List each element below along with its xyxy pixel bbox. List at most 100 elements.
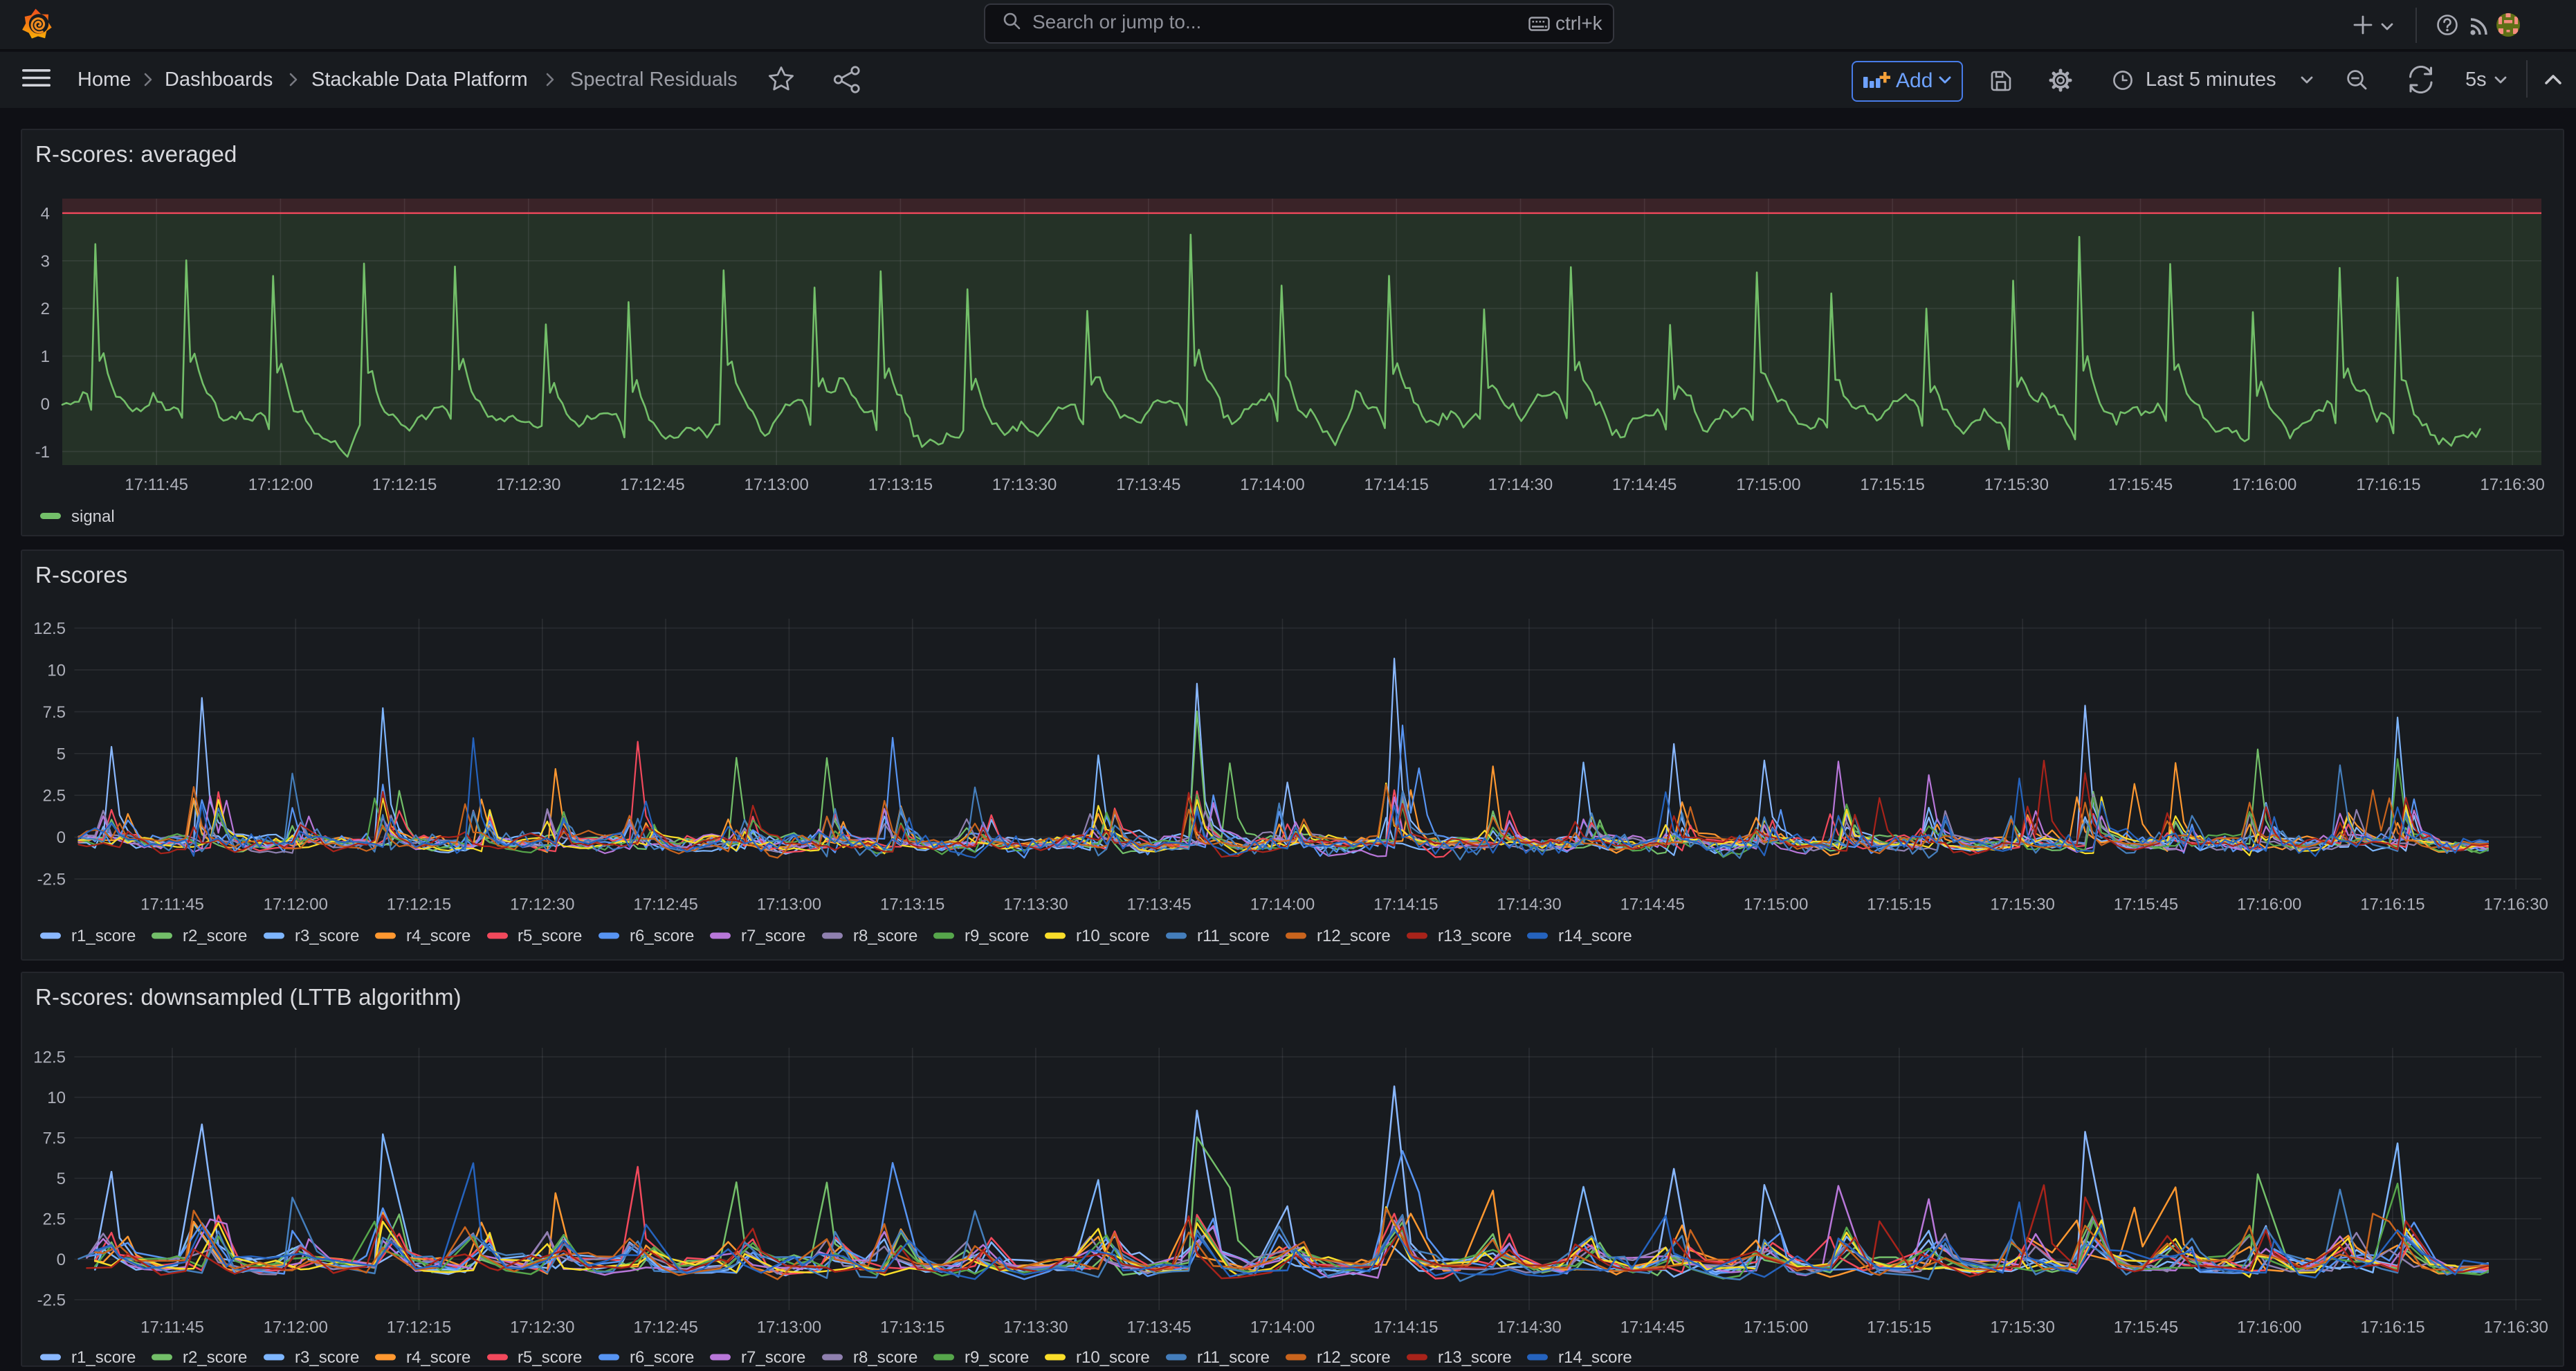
svg-text:r6_score: r6_score: [630, 927, 694, 945]
svg-text:17:16:00: 17:16:00: [2232, 475, 2296, 494]
svg-text:2.5: 2.5: [43, 1210, 66, 1229]
svg-text:17:15:45: 17:15:45: [2114, 1318, 2178, 1337]
svg-text:r1_score: r1_score: [71, 1348, 136, 1367]
svg-text:r13_score: r13_score: [1438, 927, 1512, 945]
svg-text:17:14:30: 17:14:30: [1497, 1318, 1561, 1337]
svg-text:-1: -1: [35, 443, 50, 462]
svg-text:7.5: 7.5: [43, 1129, 66, 1148]
svg-text:r10_score: r10_score: [1076, 1348, 1150, 1367]
svg-text:r1_score: r1_score: [71, 927, 136, 945]
svg-text:17:16:00: 17:16:00: [2237, 896, 2301, 914]
svg-text:r7_score: r7_score: [741, 927, 805, 945]
svg-text:17:15:00: 17:15:00: [1736, 475, 1800, 494]
svg-text:17:13:45: 17:13:45: [1116, 475, 1180, 494]
svg-text:2.5: 2.5: [43, 787, 66, 806]
svg-text:10: 10: [47, 661, 66, 680]
svg-text:17:14:00: 17:14:00: [1240, 475, 1304, 494]
svg-text:12.5: 12.5: [33, 619, 66, 638]
svg-text:r7_score: r7_score: [741, 1348, 805, 1367]
svg-text:17:15:15: 17:15:15: [1860, 475, 1924, 494]
svg-text:17:13:45: 17:13:45: [1126, 896, 1191, 914]
svg-text:5: 5: [57, 1170, 66, 1188]
svg-text:r8_score: r8_score: [853, 927, 917, 945]
svg-text:r5_score: r5_score: [518, 1348, 582, 1367]
svg-text:17:14:00: 17:14:00: [1250, 1318, 1315, 1337]
svg-text:4: 4: [41, 204, 50, 223]
svg-text:-2.5: -2.5: [37, 1291, 66, 1310]
svg-text:17:16:15: 17:16:15: [2356, 475, 2420, 494]
svg-text:0: 0: [57, 1251, 66, 1269]
svg-text:r9_score: r9_score: [965, 1348, 1029, 1367]
svg-text:17:13:15: 17:13:15: [880, 1318, 944, 1337]
svg-text:17:16:00: 17:16:00: [2237, 1318, 2301, 1337]
svg-text:17:15:30: 17:15:30: [1990, 896, 2054, 914]
svg-text:17:15:15: 17:15:15: [1867, 1318, 1931, 1337]
svg-text:17:14:15: 17:14:15: [1364, 475, 1428, 494]
svg-text:17:13:30: 17:13:30: [992, 475, 1057, 494]
svg-text:r14_score: r14_score: [1558, 1348, 1632, 1367]
svg-text:-2.5: -2.5: [37, 871, 66, 889]
svg-text:r4_score: r4_score: [406, 1348, 471, 1367]
svg-text:2: 2: [41, 300, 50, 318]
svg-text:17:14:15: 17:14:15: [1373, 896, 1438, 914]
svg-text:17:12:15: 17:12:15: [372, 475, 437, 494]
svg-text:17:12:30: 17:12:30: [496, 475, 560, 494]
svg-text:17:12:45: 17:12:45: [633, 896, 697, 914]
svg-text:17:13:00: 17:13:00: [757, 896, 821, 914]
svg-text:17:16:15: 17:16:15: [2360, 896, 2424, 914]
svg-text:r9_score: r9_score: [965, 927, 1029, 945]
svg-text:0: 0: [57, 828, 66, 847]
svg-text:17:13:30: 17:13:30: [1003, 896, 1068, 914]
svg-text:17:14:45: 17:14:45: [1620, 896, 1685, 914]
svg-text:17:13:15: 17:13:15: [880, 896, 944, 914]
svg-text:17:14:15: 17:14:15: [1373, 1318, 1438, 1337]
svg-text:3: 3: [41, 252, 50, 271]
svg-text:r12_score: r12_score: [1317, 1348, 1391, 1367]
svg-text:17:15:45: 17:15:45: [2114, 896, 2178, 914]
svg-text:r2_score: r2_score: [183, 1348, 247, 1367]
svg-text:1: 1: [41, 347, 50, 366]
svg-text:5: 5: [57, 745, 66, 763]
svg-text:17:14:30: 17:14:30: [1488, 475, 1553, 494]
svg-text:17:14:45: 17:14:45: [1612, 475, 1677, 494]
svg-text:17:16:30: 17:16:30: [2483, 896, 2548, 914]
svg-text:17:13:00: 17:13:00: [744, 475, 808, 494]
svg-text:17:13:00: 17:13:00: [757, 1318, 821, 1337]
svg-text:r3_score: r3_score: [295, 1348, 359, 1367]
svg-text:17:16:15: 17:16:15: [2360, 1318, 2424, 1337]
svg-text:17:15:45: 17:15:45: [2108, 475, 2173, 494]
svg-text:17:12:00: 17:12:00: [264, 896, 328, 914]
svg-text:r12_score: r12_score: [1317, 927, 1391, 945]
svg-text:17:15:15: 17:15:15: [1867, 896, 1931, 914]
svg-text:r2_score: r2_score: [183, 927, 247, 945]
svg-text:17:12:45: 17:12:45: [620, 475, 684, 494]
svg-text:0: 0: [41, 395, 50, 414]
svg-text:17:12:30: 17:12:30: [510, 1318, 574, 1337]
svg-text:17:14:30: 17:14:30: [1497, 896, 1561, 914]
svg-text:17:11:45: 17:11:45: [125, 475, 188, 494]
svg-text:17:13:30: 17:13:30: [1003, 1318, 1068, 1337]
svg-text:r10_score: r10_score: [1076, 927, 1150, 945]
svg-text:10: 10: [47, 1089, 66, 1107]
svg-text:r11_score: r11_score: [1197, 927, 1270, 945]
svg-text:17:12:45: 17:12:45: [633, 1318, 697, 1337]
svg-text:r4_score: r4_score: [406, 927, 471, 945]
svg-text:17:16:30: 17:16:30: [2483, 1318, 2548, 1337]
svg-text:17:14:00: 17:14:00: [1250, 896, 1315, 914]
svg-text:17:15:00: 17:15:00: [1744, 896, 1808, 914]
svg-text:r5_score: r5_score: [518, 927, 582, 945]
svg-text:r14_score: r14_score: [1558, 927, 1632, 945]
svg-text:r6_score: r6_score: [630, 1348, 694, 1367]
svg-text:r13_score: r13_score: [1438, 1348, 1512, 1367]
svg-text:17:13:15: 17:13:15: [868, 475, 933, 494]
svg-text:17:14:45: 17:14:45: [1620, 1318, 1685, 1337]
svg-text:17:15:00: 17:15:00: [1744, 1318, 1808, 1337]
svg-text:17:15:30: 17:15:30: [1984, 475, 2049, 494]
svg-text:7.5: 7.5: [43, 703, 66, 722]
svg-text:17:13:45: 17:13:45: [1126, 1318, 1191, 1337]
svg-text:r8_score: r8_score: [853, 1348, 917, 1367]
svg-text:17:12:00: 17:12:00: [264, 1318, 328, 1337]
svg-text:17:11:45: 17:11:45: [140, 1318, 204, 1337]
svg-text:12.5: 12.5: [33, 1048, 66, 1067]
svg-text:r11_score: r11_score: [1197, 1348, 1270, 1367]
